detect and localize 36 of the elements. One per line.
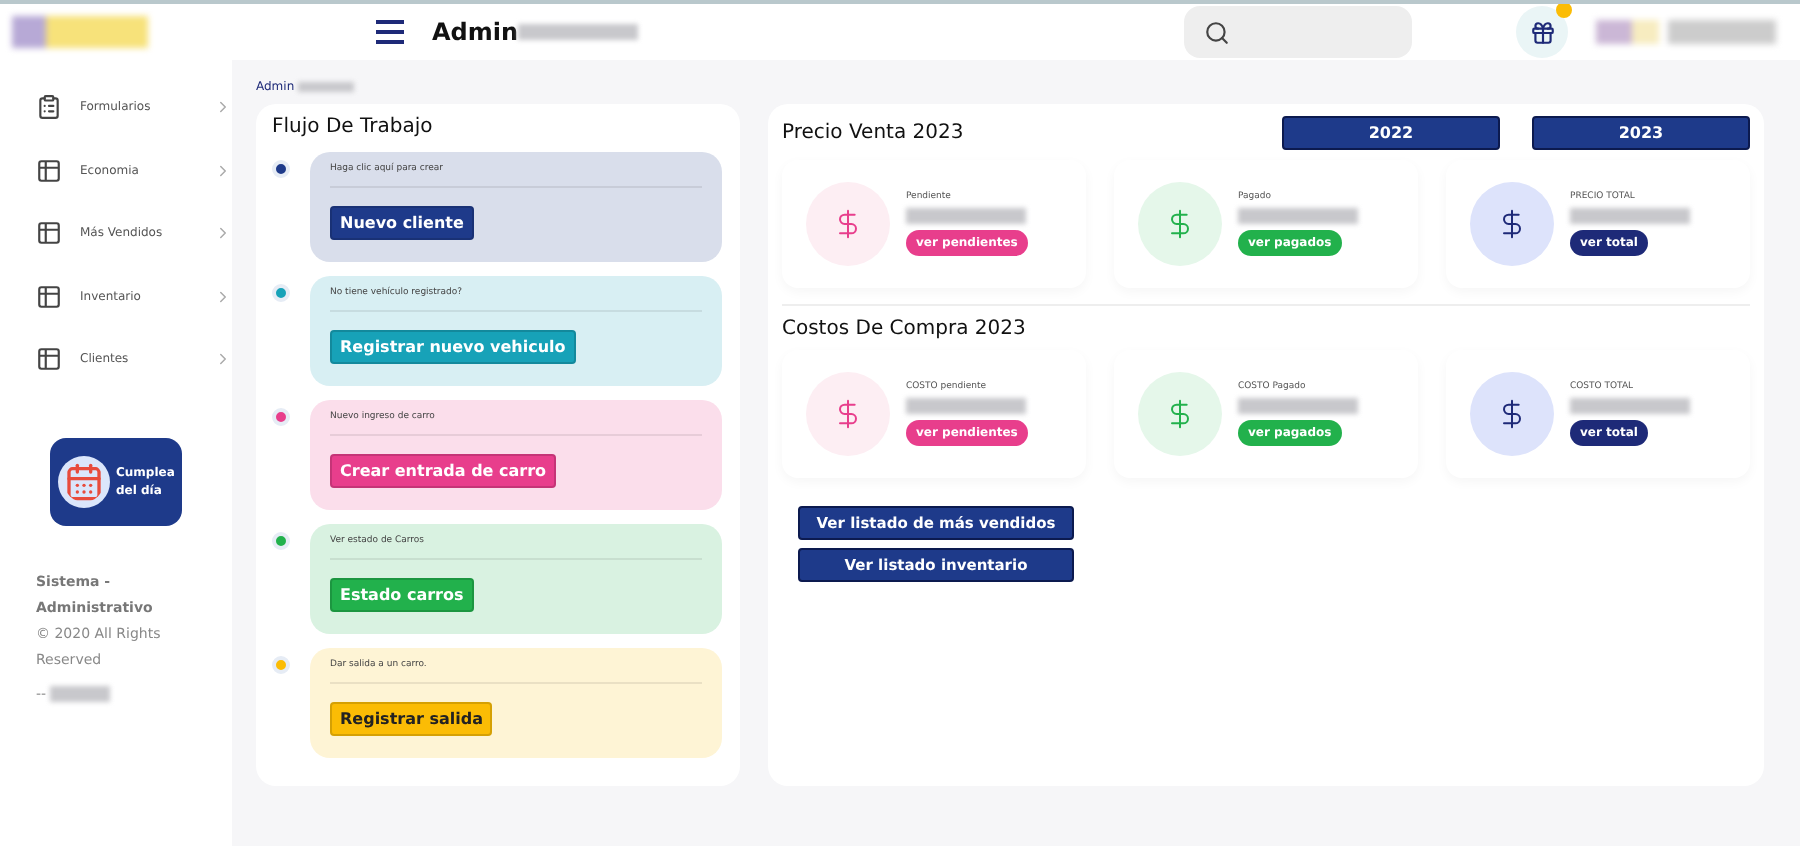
- step-button[interactable]: Crear entrada de carro: [330, 454, 557, 488]
- year-button[interactable]: 2023: [1532, 116, 1750, 150]
- table-icon: [36, 157, 62, 184]
- menu-icon[interactable]: [376, 20, 404, 44]
- header-title: Admin: [432, 18, 519, 46]
- redacted-amount: [906, 208, 1026, 224]
- card-title: Precio Venta 2023: [782, 122, 964, 144]
- gift-button[interactable]: [1516, 6, 1568, 58]
- card-title: Costos De Compra 2023: [782, 318, 1028, 340]
- calendar-icon: [58, 455, 110, 507]
- gift-icon: [1529, 19, 1555, 45]
- redacted-breadcrumb: [298, 81, 355, 92]
- logo: [12, 16, 148, 48]
- chevron-icon: [214, 350, 232, 369]
- table-icon: [36, 346, 62, 373]
- redacted-amount: [1238, 398, 1358, 414]
- table-icon: [36, 220, 62, 247]
- redacted-signature: [50, 685, 111, 702]
- redacted-amount: [1570, 208, 1690, 224]
- search-icon: [1204, 19, 1230, 45]
- notification-dot: [1556, 4, 1572, 18]
- year-button[interactable]: 2022: [1282, 116, 1500, 150]
- redacted-amount: [906, 398, 1026, 414]
- chevron-icon: [214, 224, 232, 243]
- table-icon: [36, 283, 62, 310]
- clipboard-icon: [36, 94, 62, 121]
- card-title: Flujo De Trabajo: [272, 116, 435, 138]
- chevron-icon: [214, 287, 232, 306]
- redacted-amount: [1238, 208, 1358, 224]
- chevron-icon: [214, 98, 232, 117]
- search-field[interactable]: [1184, 6, 1412, 58]
- chevron-icon: [214, 161, 232, 180]
- step-button[interactable]: Registrar salida: [330, 702, 493, 736]
- redacted-amount: [1570, 398, 1690, 414]
- redacted-name: [518, 24, 639, 40]
- step-button[interactable]: Nuevo cliente: [330, 206, 474, 240]
